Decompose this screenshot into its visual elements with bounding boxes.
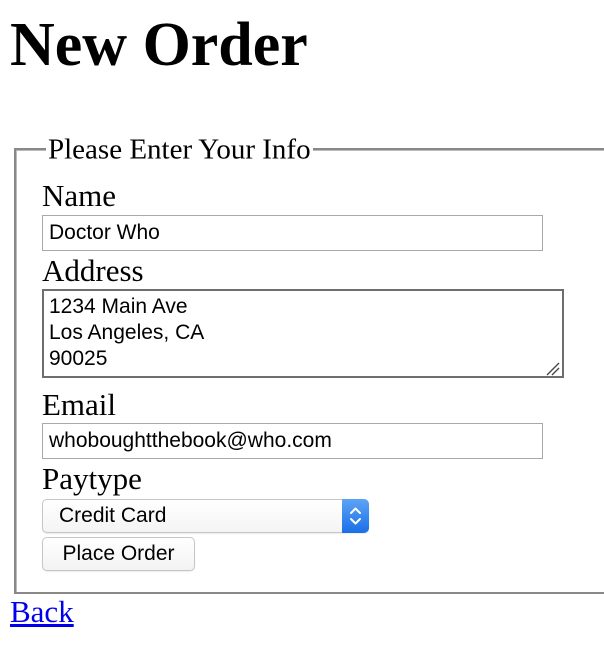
page-title: New Order [10, 11, 308, 79]
paytype-label: Paytype [42, 461, 142, 496]
email-label: Email [42, 387, 117, 422]
name-input[interactable] [42, 215, 543, 251]
resize-grip-icon[interactable] [544, 360, 560, 376]
name-label: Name [42, 178, 117, 213]
address-textarea[interactable] [42, 289, 564, 378]
address-label: Address [42, 253, 144, 288]
fieldset-legend: Please Enter Your Info [46, 133, 313, 166]
paytype-select[interactable]: Credit Card [42, 499, 369, 533]
place-order-button[interactable]: Place Order [42, 537, 195, 571]
chevron-up-down-icon[interactable] [342, 499, 369, 533]
back-link[interactable]: Back [10, 596, 74, 627]
paytype-selected-value: Credit Card [59, 504, 167, 527]
email-input[interactable] [42, 423, 543, 459]
new-order-page: New Order Please Enter Your Info Name Ad… [0, 0, 604, 668]
